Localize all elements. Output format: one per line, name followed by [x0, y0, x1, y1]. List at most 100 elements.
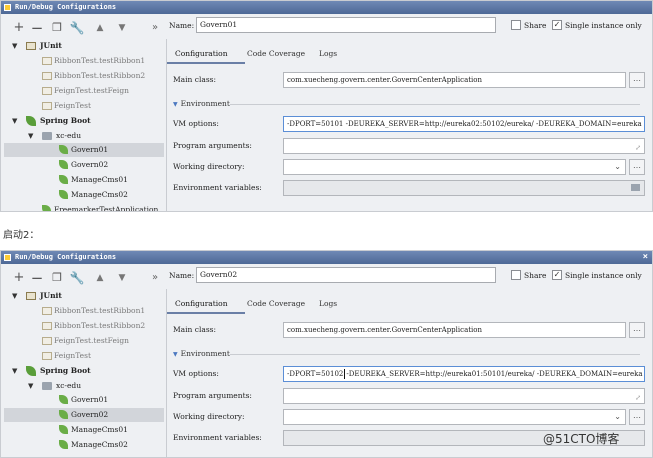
tree-item-managecms01[interactable]: ManageCms01 — [4, 173, 164, 187]
working-dir-row: Working directory: ⌄ … — [168, 159, 648, 177]
share-checkbox[interactable] — [511, 20, 521, 30]
browse-button[interactable]: … — [629, 72, 645, 88]
spring-boot-icon — [26, 116, 36, 126]
remove-icon[interactable]: − — [29, 20, 45, 36]
main-class-row: Main class: com.xuecheng.govern.center.G… — [168, 72, 648, 90]
tree-item-group[interactable]: ▼ xc-edu — [4, 379, 164, 393]
tree-item-test[interactable]: FeignTest.testFeign — [4, 334, 164, 348]
tree-item-test[interactable]: RibbonTest.testRibbon1 — [4, 304, 164, 318]
run-debug-dialog-1: Run/Debug Configurations + − ❐ 🔧 ▲ ▼ » ▼… — [0, 0, 653, 212]
program-args-field[interactable]: ⤢ — [283, 138, 645, 154]
tree-item-test[interactable]: FeignTest — [4, 99, 164, 113]
more-icon[interactable]: » — [147, 20, 163, 36]
tab-configuration[interactable]: Configuration — [175, 299, 228, 308]
single-instance-checkbox[interactable]: ✓ — [552, 20, 562, 30]
main-class-field[interactable]: com.xuecheng.govern.center.GovernCenterA… — [283, 72, 626, 88]
section-divider — [230, 104, 640, 105]
tab-logs[interactable]: Logs — [319, 49, 337, 58]
copy-icon[interactable]: ❐ — [49, 270, 65, 286]
share-checkbox[interactable] — [511, 270, 521, 280]
tree-item-test[interactable]: FeignTest.testFeign — [4, 84, 164, 98]
chevron-down-icon[interactable]: ⌄ — [614, 160, 621, 174]
folder-icon — [42, 132, 52, 140]
browse-button[interactable]: … — [629, 322, 645, 338]
program-args-row: Program arguments: ⤢ — [168, 388, 648, 406]
main-class-label: Main class: — [173, 75, 217, 84]
tree-item-managecms02[interactable]: ManageCms02 — [4, 438, 164, 452]
tree-item-junit[interactable]: ▼ JUnit — [4, 289, 164, 303]
chevron-down-icon[interactable]: ▼ — [12, 39, 17, 53]
environment-section[interactable]: ▼ Environment — [173, 99, 230, 108]
tree-item-group[interactable]: ▼ xc-edu — [4, 129, 164, 143]
program-args-field[interactable]: ⤢ — [283, 388, 645, 404]
tree-label: RibbonTest.testRibbon1 — [54, 56, 146, 65]
vm-options-field[interactable]: -DPORT=50101 -DEUREKA_SERVER=http://eure… — [283, 116, 645, 132]
chevron-down-icon[interactable]: ▼ — [28, 129, 33, 143]
tree-item-test[interactable]: RibbonTest.testRibbon2 — [4, 69, 164, 83]
close-icon[interactable]: × — [643, 251, 648, 264]
tab-code-coverage[interactable]: Code Coverage — [247, 49, 305, 58]
chevron-down-icon[interactable]: ▼ — [28, 379, 33, 393]
copy-icon[interactable]: ❐ — [49, 20, 65, 36]
move-down-icon[interactable]: ▼ — [114, 20, 130, 36]
chevron-down-icon[interactable]: ▼ — [12, 364, 17, 378]
chevron-down-icon[interactable]: ▼ — [12, 114, 17, 128]
chevron-down-icon[interactable]: ▼ — [12, 289, 17, 303]
tree-label: xc-edu — [56, 381, 82, 390]
environment-section[interactable]: ▼ Environment — [173, 349, 230, 358]
folder-icon[interactable] — [631, 184, 640, 191]
section-divider — [230, 354, 640, 355]
tree-item-govern01[interactable]: Govern01 — [4, 393, 164, 407]
tree-item-spring-boot[interactable]: ▼ Spring Boot — [4, 364, 164, 378]
environment-label: Environment — [180, 349, 230, 358]
tree-item-test[interactable]: FeignTest — [4, 349, 164, 363]
run-debug-dialog-2: Run/Debug Configurations × + − ❐ 🔧 ▲ ▼ »… — [0, 250, 653, 458]
tree-item-govern01[interactable]: Govern01 — [4, 143, 164, 157]
spring-boot-icon — [26, 366, 36, 376]
move-up-icon[interactable]: ▲ — [92, 20, 108, 36]
more-icon[interactable]: » — [147, 270, 163, 286]
env-vars-field[interactable] — [283, 180, 645, 196]
tab-code-coverage[interactable]: Code Coverage — [247, 299, 305, 308]
active-tab-indicator — [167, 62, 245, 64]
vm-options-field[interactable]: -DPORT=50102 -DEUREKA_SERVER=http://eurek… — [283, 366, 645, 382]
tree-item-spring-boot[interactable]: ▼ Spring Boot — [4, 114, 164, 128]
tab-configuration[interactable]: Configuration — [175, 49, 228, 58]
expand-icon[interactable]: ⤢ — [635, 141, 641, 153]
program-args-label: Program arguments: — [173, 391, 252, 400]
spring-app-icon — [59, 395, 68, 404]
working-dir-label: Working directory: — [173, 412, 245, 421]
tree-item-junit[interactable]: ▼ JUnit — [4, 39, 164, 53]
working-dir-field[interactable]: ⌄ — [283, 409, 626, 425]
remove-icon[interactable]: − — [29, 270, 45, 286]
browse-button[interactable]: … — [629, 159, 645, 175]
single-instance-checkbox[interactable]: ✓ — [552, 270, 562, 280]
move-down-icon[interactable]: ▼ — [114, 270, 130, 286]
expand-icon[interactable]: ⤢ — [635, 391, 641, 403]
tree-label: ManageCms02 — [71, 190, 128, 199]
add-icon[interactable]: + — [11, 270, 27, 286]
tree-item-managecms01[interactable]: ManageCms01 — [4, 423, 164, 437]
main-class-field[interactable]: com.xuecheng.govern.center.GovernCenterA… — [283, 322, 626, 338]
move-up-icon[interactable]: ▲ — [92, 270, 108, 286]
name-input[interactable]: Govern01 — [196, 17, 496, 33]
panel-divider — [166, 289, 167, 457]
tab-logs[interactable]: Logs — [319, 299, 337, 308]
working-dir-field[interactable]: ⌄ — [283, 159, 626, 175]
tree-item-managecms02[interactable]: ManageCms02 — [4, 188, 164, 202]
junit-test-icon — [42, 102, 52, 110]
main-class-row: Main class: com.xuecheng.govern.center.G… — [168, 322, 648, 340]
tree-item-govern02[interactable]: Govern02 — [4, 408, 164, 422]
tree-item-govern02[interactable]: Govern02 — [4, 158, 164, 172]
chevron-down-icon[interactable]: ⌄ — [614, 410, 621, 424]
wrench-icon[interactable]: 🔧 — [69, 270, 85, 286]
name-input[interactable]: Govern02 — [196, 267, 496, 283]
share-label: Share — [524, 21, 547, 30]
add-icon[interactable]: + — [11, 20, 27, 36]
tree-label: JUnit — [40, 41, 62, 50]
wrench-icon[interactable]: 🔧 — [69, 20, 85, 36]
tree-item-test[interactable]: RibbonTest.testRibbon1 — [4, 54, 164, 68]
browse-button[interactable]: … — [629, 409, 645, 425]
tree-item-freemarker[interactable]: FreemarkerTestApplication — [4, 203, 164, 211]
tree-item-test[interactable]: RibbonTest.testRibbon2 — [4, 319, 164, 333]
